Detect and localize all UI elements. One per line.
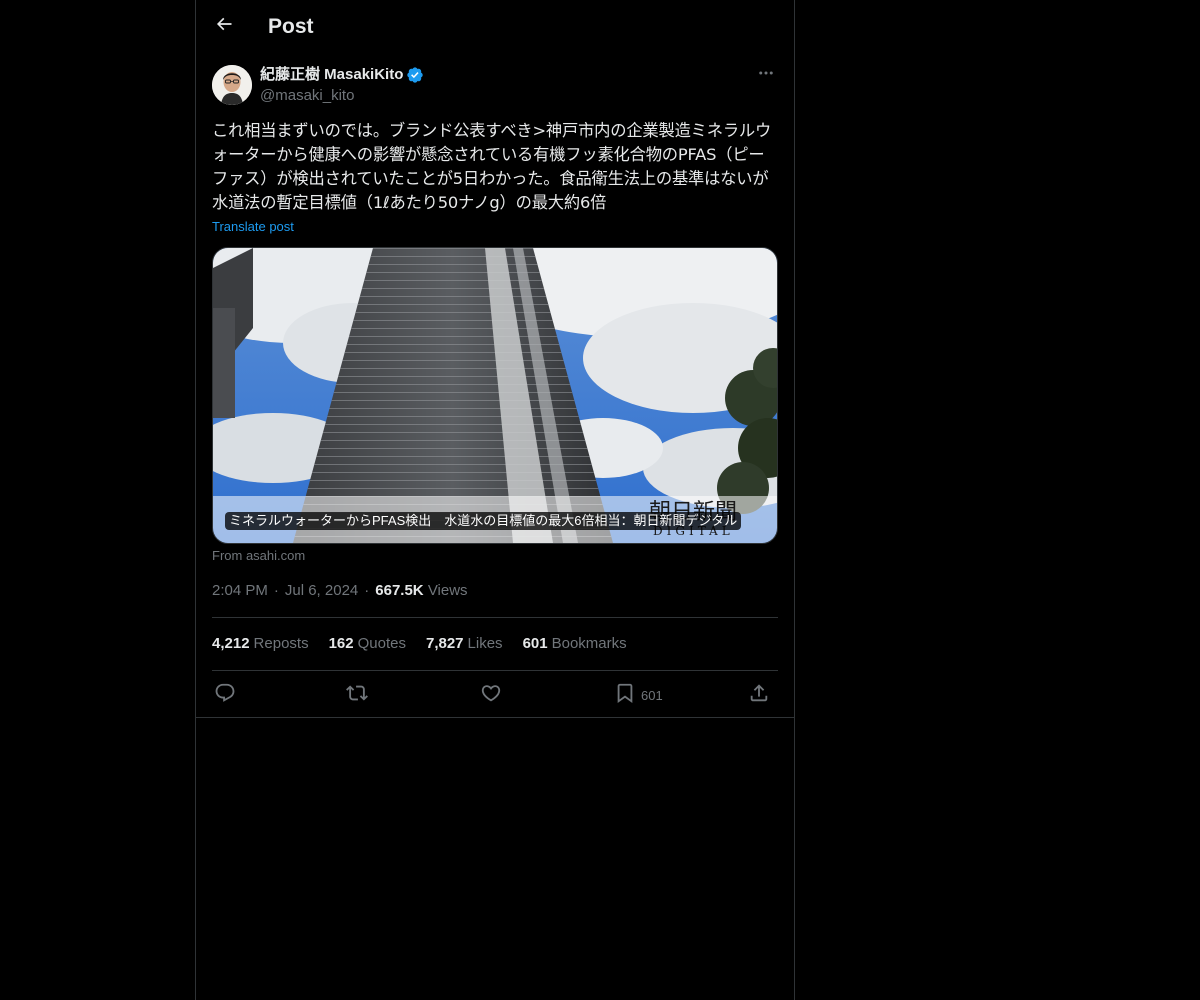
repost-icon — [346, 682, 368, 709]
card-image: 朝日新聞 DIGITAL — [213, 248, 777, 543]
reposts-stat[interactable]: 4,212 Reposts — [212, 634, 309, 654]
likes-label: Likes — [467, 635, 503, 652]
post-text: これ相当まずいのでは。ブランド公表すべき>神戸市内の企業製造ミネラルウォーターか… — [212, 121, 772, 212]
page-title: Post — [268, 15, 314, 38]
bookmarks-count: 601 — [522, 635, 548, 652]
reply-icon — [214, 682, 236, 709]
separator-dot: · — [364, 582, 370, 599]
divider — [212, 617, 778, 618]
bookmark-icon — [614, 682, 636, 709]
post-stats: 4,212 Reposts 162 Quotes 7,827 Likes 601 Boo… — [212, 634, 647, 654]
reposts-count: 4,212 — [212, 635, 250, 652]
views-count: 667.5K — [375, 582, 424, 599]
card-source[interactable]: From asahi.com — [212, 548, 305, 564]
quotes-count: 162 — [328, 635, 354, 652]
post-date[interactable]: Jul 6, 2024 — [285, 582, 358, 599]
divider — [212, 670, 778, 671]
post-column: Post 紀藤正樹 MasakiKito @masaki_kito これ相当まず… — [195, 0, 795, 1000]
more-button[interactable] — [754, 64, 778, 86]
quotes-stat[interactable]: 162 Quotes — [329, 634, 406, 654]
arrow-left-icon — [214, 14, 234, 39]
separator-dot: · — [273, 582, 279, 599]
post-bottom-divider — [196, 717, 794, 718]
bookmarks-stat[interactable]: 601 Bookmarks — [523, 634, 627, 654]
card-caption: ミネラルウォーターからPFAS検出 水道水の目標値の最大6倍相当：朝日新聞デジタ… — [225, 512, 742, 530]
verified-badge-icon — [406, 66, 424, 84]
author-handle[interactable]: @masaki_kito — [260, 86, 354, 106]
author-name[interactable]: 紀藤正樹 MasakiKito — [260, 65, 424, 85]
post-header: Post — [196, 0, 794, 54]
action-bar: 601 — [212, 680, 778, 710]
avatar[interactable] — [212, 65, 252, 105]
views-label: Views — [427, 582, 468, 599]
heart-icon — [480, 682, 502, 709]
link-card[interactable]: 朝日新聞 DIGITAL ミネラルウォーターからPFAS検出 水道水の目標値の最… — [212, 247, 778, 544]
post-meta: 2:04 PM · Jul 6, 2024 · 667.5K Views — [212, 581, 468, 601]
likes-count: 7,827 — [425, 635, 464, 652]
reply-button[interactable] — [214, 682, 236, 708]
author-display-name: 紀藤正樹 MasakiKito — [260, 66, 404, 83]
bookmark-button[interactable]: 601 — [614, 682, 663, 708]
share-button[interactable] — [748, 682, 770, 708]
post-time[interactable]: 2:04 PM — [212, 582, 268, 599]
more-horizontal-icon — [757, 64, 775, 87]
quotes-label: Quotes — [357, 635, 406, 652]
translate-post-link[interactable]: Translate post — [212, 218, 294, 236]
bookmarks-label: Bookmarks — [551, 635, 627, 652]
back-button[interactable] — [208, 10, 240, 42]
repost-button[interactable] — [346, 682, 368, 708]
post-author: 紀藤正樹 MasakiKito @masaki_kito — [212, 64, 778, 108]
likes-stat[interactable]: 7,827 Likes — [426, 634, 503, 654]
like-button[interactable] — [480, 682, 502, 708]
reposts-label: Reposts — [253, 635, 309, 652]
share-icon — [748, 682, 770, 709]
bookmark-count: 601 — [641, 687, 663, 703]
